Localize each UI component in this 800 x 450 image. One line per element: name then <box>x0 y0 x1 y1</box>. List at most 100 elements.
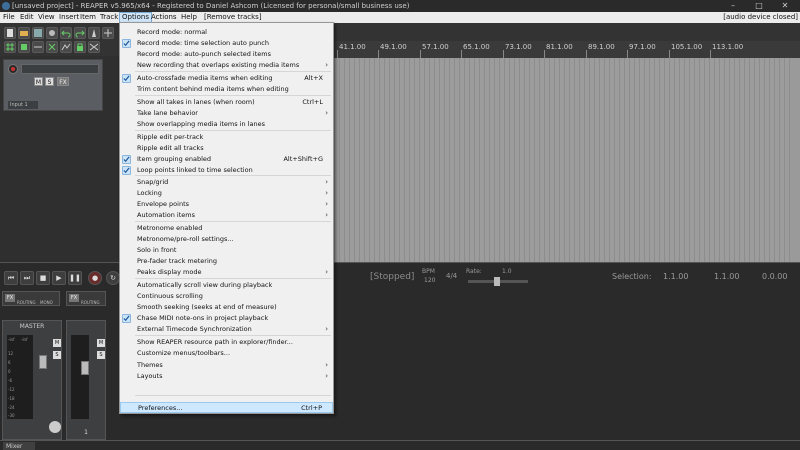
menu-item-snap-grid[interactable]: Snap/grid › <box>120 177 333 188</box>
menu-item-pre-fader-track-metering[interactable]: Pre-fader track metering <box>120 256 333 267</box>
track-1-mute-button[interactable]: M <box>97 339 105 347</box>
selection-start[interactable]: 1.1.00 <box>663 272 688 281</box>
master-mute-button[interactable]: M <box>53 339 61 347</box>
minimize-button[interactable]: – <box>720 0 746 12</box>
group-icon[interactable] <box>46 41 58 53</box>
menu-item-show-overlapping-media-items-in-lanes[interactable]: Show overlapping media items in lanes <box>120 119 333 130</box>
menu-item-loop-points-linked-to-time-selection[interactable]: Loop points linked to time selection <box>120 165 333 176</box>
menu-item-solo-in-front[interactable]: Solo in front <box>120 245 333 256</box>
metronome-icon[interactable] <box>88 27 100 39</box>
menu-item-preferences[interactable]: Preferences... Ctrl+P <box>120 402 333 413</box>
menu-item-envelope-points[interactable]: Envelope points › <box>120 199 333 210</box>
menu-view[interactable]: View <box>36 12 57 23</box>
menu-item-continuous-scrolling[interactable]: Continuous scrolling <box>120 291 333 302</box>
record-arm-button[interactable] <box>8 64 18 74</box>
master-routing-button[interactable]: ROUTING <box>17 300 36 305</box>
ripple-icon[interactable] <box>32 41 44 53</box>
menu-item-new-recording-that-overlaps-existing-media-items[interactable]: New recording that overlaps existing med… <box>120 60 333 71</box>
menu-item-metronome-enabled[interactable]: Metronome enabled <box>120 223 333 234</box>
menu-item-metronome-pre-roll-settings[interactable]: Metronome/pre-roll settings... <box>120 234 333 245</box>
menu-file[interactable]: File <box>1 12 17 23</box>
menu-item-auto-crossfade-media-items-when-editing[interactable]: Auto-crossfade media items when editing A… <box>120 73 333 84</box>
redo-icon[interactable] <box>74 27 86 39</box>
selection-end[interactable]: 1.1.00 <box>714 272 739 281</box>
track-1[interactable]: M S FX Input 1 <box>3 59 103 111</box>
menu-item-label: New recording that overlaps existing med… <box>137 61 300 69</box>
menu-item-peaks-display-mode[interactable]: Peaks display mode › <box>120 267 333 278</box>
ruler-marker: 105.1.00 <box>671 43 703 51</box>
menu-item-record-mode-normal[interactable]: Record mode: normal <box>120 27 333 38</box>
menu-item-record-mode-auto-punch-selected-items[interactable]: Record mode: auto-punch selected items <box>120 49 333 60</box>
menu-item-layouts[interactable]: Layouts › <box>120 371 333 382</box>
menu-item-label: Show all takes in lanes (when room) <box>137 98 255 106</box>
timeline-ruler[interactable]: 41.1.00 49.1.00 57.1.00 65.1.00 73.1.00 81.1.… <box>334 41 800 58</box>
track-input-select[interactable]: Input 1 <box>8 101 38 109</box>
track-1-fader[interactable] <box>81 361 89 375</box>
lock-icon[interactable] <box>74 41 86 53</box>
save-project-icon[interactable] <box>32 27 44 39</box>
menu-item-ripple-edit-all-tracks[interactable]: Ripple edit all tracks <box>120 143 333 154</box>
track-solo-button[interactable]: S <box>45 77 54 86</box>
menu-separator <box>135 335 331 336</box>
menu-item-ripple-edit-per-track[interactable]: Ripple edit per-track <box>120 132 333 143</box>
vertical-scrollbar[interactable] <box>790 58 800 262</box>
undo-icon[interactable] <box>60 27 72 39</box>
project-settings-icon[interactable] <box>46 27 58 39</box>
menu-item[interactable]: Item <box>78 12 98 23</box>
menu-item-automatically-scroll-view-during-playback[interactable]: Automatically scroll view during playbac… <box>120 280 333 291</box>
menu-item-external-timecode-synchronization[interactable]: External Timecode Synchronization › <box>120 324 333 335</box>
go-to-end-button[interactable]: ⏭ <box>20 271 34 285</box>
menu-item-record-mode-time-selection-auto-punch[interactable]: Record mode: time selection auto punch <box>120 38 333 49</box>
menu-separator <box>135 221 331 222</box>
menu-item-themes[interactable]: Themes › <box>120 360 333 371</box>
time-signature[interactable]: 4/4 <box>446 272 457 280</box>
menu-separator <box>135 71 331 72</box>
menu-item-locking[interactable]: Locking › <box>120 188 333 199</box>
menu-item-customize-menus-toolbars[interactable]: Customize menus/toolbars... <box>120 348 333 359</box>
menu-item-item-grouping-enabled[interactable]: Item grouping enabled Alt+Shift+G <box>120 154 333 165</box>
snap-icon[interactable] <box>18 41 30 53</box>
docker-tab-bar: Mixer <box>0 440 800 450</box>
stop-button[interactable]: ■ <box>36 271 50 285</box>
maximize-button[interactable]: □ <box>746 0 772 12</box>
new-project-icon[interactable] <box>4 27 16 39</box>
master-solo-button[interactable]: S <box>53 351 61 359</box>
menu-item-show-all-takes-in-lanes-when-room[interactable]: Show all takes in lanes (when room) Ctrl+… <box>120 97 333 108</box>
menu-item-chase-midi-note-ons-in-project-playback[interactable]: Chase MIDI note-ons in project playback <box>120 313 333 324</box>
menu-item-take-lane-behavior[interactable]: Take lane behavior › <box>120 108 333 119</box>
master-strip: MASTER -inf -inf 12 6 0 -6 -12 -18 -24 -… <box>2 320 62 440</box>
master-pan-knob[interactable] <box>49 421 61 433</box>
master-fader[interactable] <box>39 355 47 369</box>
arrange-view[interactable] <box>334 58 800 262</box>
menu-item-trim-content-behind-media-items-when-editing[interactable]: Trim content behind media items when edi… <box>120 84 333 95</box>
master-fx-button[interactable]: FX <box>5 294 15 302</box>
menu-edit[interactable]: Edit <box>18 12 36 23</box>
track-1-solo-button[interactable]: S <box>97 351 105 359</box>
close-button[interactable]: ✕ <box>772 0 798 12</box>
track-name-field[interactable] <box>21 64 99 74</box>
pause-button[interactable]: ❚❚ <box>68 271 82 285</box>
mixer-tab[interactable]: Mixer <box>3 442 35 450</box>
rate-slider-handle[interactable] <box>494 277 500 286</box>
record-button[interactable]: ● <box>88 271 102 285</box>
envelope-icon[interactable] <box>60 41 72 53</box>
bpm-value[interactable]: 120 <box>424 277 435 284</box>
auto-crossfade-icon[interactable] <box>88 41 100 53</box>
track-1-fx-button[interactable]: FX <box>69 294 79 302</box>
master-mono-button[interactable]: MONO <box>40 300 53 305</box>
open-project-icon[interactable] <box>18 27 30 39</box>
selection-length[interactable]: 0.0.00 <box>762 272 787 281</box>
cross-tool-icon[interactable] <box>102 27 114 39</box>
track-1-routing-button[interactable]: ROUTING <box>81 300 100 305</box>
menu-item-label: Show overlapping media items in lanes <box>137 120 265 128</box>
menu-item-automation-items[interactable]: Automation items › <box>120 210 333 221</box>
menu-item-show-reaper-resource-path-in-explorer-finder[interactable]: Show REAPER resource path in explorer/fi… <box>120 337 333 348</box>
track-fx-button[interactable]: FX <box>57 77 69 86</box>
menu-item-smooth-seeking-seeks-at-end-of-measure[interactable]: Smooth seeking (seeks at end of measure) <box>120 302 333 313</box>
track-mute-button[interactable]: M <box>34 77 43 86</box>
menu-track[interactable]: Track <box>98 12 120 23</box>
play-button[interactable]: ▶ <box>52 271 66 285</box>
grid-icon[interactable] <box>4 41 16 53</box>
go-to-start-button[interactable]: ⏮ <box>4 271 18 285</box>
repeat-button[interactable]: ↻ <box>106 271 120 285</box>
